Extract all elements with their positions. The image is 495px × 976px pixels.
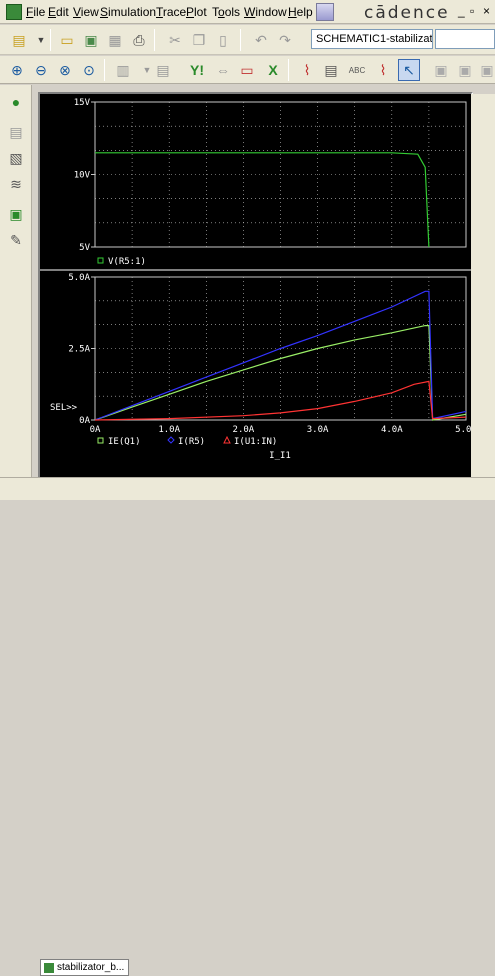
waveform-probe-icon[interactable]: ▣ [5,203,27,225]
minimize-icon[interactable]: _ [458,4,465,18]
zoom-out-icon[interactable]: ⊖ [30,59,52,81]
fourier-icon[interactable]: ▤ [152,59,174,81]
toggle-cursor-icon[interactable]: ⇔ [212,59,234,81]
disabled-tool-1-icon[interactable]: ▣ [430,59,452,81]
disabled-tool-3-icon[interactable]: ▣ [476,59,495,81]
x-tick-label: 1.0A [158,425,180,435]
y-tick-label: 5V [79,243,90,253]
current-plot: 5.0A2.5A0A0A1.0A2.0A3.0A4.0A5.0ASEL>>IE(… [50,273,477,461]
menu-bar: File Edit View Simulation Trace Plot Too… [0,0,495,24]
x-tick-label: 2.0A [233,425,255,435]
toolbar-separator [104,59,105,81]
menu-window[interactable]: Window [244,5,287,19]
open-folder-icon[interactable]: ▭ [56,29,78,51]
toolbar-separator [240,29,241,51]
menu-simulation[interactable]: Simulation [100,5,156,19]
add-trace-icon[interactable]: X [262,59,284,81]
menu-file[interactable]: File [26,5,45,19]
legend-label: I(R5) [178,437,205,447]
sel-marker: SEL>> [50,403,78,413]
edit-waveform-icon[interactable]: ✎ [5,229,27,251]
cadence-logo: cādence [364,3,450,23]
toolbar-separator [288,59,289,81]
voltage-plot: 15V 10V 5V V(R5:1) [40,98,471,271]
x-tick-label: 0A [90,425,101,435]
app-icon[interactable] [6,4,22,20]
new-dropdown-icon[interactable]: ▼ [30,29,52,51]
y-tick-label: 2.5A [68,345,90,355]
new-file-icon[interactable]: ▤ [8,29,30,51]
toolbar-separator [50,29,51,51]
left-toolbar: ● ▤ ▧ ≋ ▣ ✎ [0,85,32,477]
series-line-vr51 [95,152,430,248]
window-switch-icon[interactable] [316,3,334,21]
x-tick-label: 3.0A [307,425,329,435]
zoom-area-icon[interactable]: ⊗ [54,59,76,81]
legend-marker [167,436,175,444]
menu-edit[interactable]: Edit [48,5,69,19]
probe-plot-window[interactable]: 15V 10V 5V V(R5:1) 5.0A 2.5A 0A 0A 1.0A 2.0A 3.0A… [40,94,477,477]
legend-label: IE(Q1) [108,437,141,447]
legend-marker [97,257,104,264]
view-waveform-icon[interactable]: ≋ [5,173,27,195]
mark-label-icon[interactable]: ⌇ [372,59,394,81]
performance-analysis-icon[interactable]: Y! [186,59,208,81]
plot-canvas[interactable]: 15V10V5VV(R5:1) 5.0A2.5A0A0A 1.0A 2.0A 3.0A… [40,94,477,477]
copy-icon[interactable]: ❐ [188,29,210,51]
zoom-fit-icon[interactable]: ⊙ [78,59,100,81]
text-label-icon[interactable]: ABC [346,59,368,81]
view-output-icon[interactable]: ▧ [5,147,27,169]
status-bar: stabilizator_b... [0,477,495,976]
document-tab-label: stabilizator_b... [57,962,125,973]
undo-icon[interactable]: ↶ [250,29,272,51]
save-icon[interactable]: ▦ [104,29,126,51]
y-tick-label: 15V [74,98,91,108]
cut-icon[interactable]: ✂ [164,29,186,51]
print-icon[interactable]: ⎙ [128,29,150,51]
close-icon[interactable]: × [483,4,490,18]
profile-select-extra[interactable] [435,29,495,49]
add-plot-icon[interactable]: ⌇ [296,59,318,81]
log-axis-icon[interactable]: ▥ [112,59,134,81]
legend-label: I(U1:IN) [234,437,277,447]
menu-help[interactable]: Help [288,5,313,19]
x-tick-label: 5.0A [455,425,471,435]
edit-profile-icon[interactable]: ▤ [5,121,27,143]
document-tab[interactable]: stabilizator_b... [40,959,130,976]
probe-document-icon [44,963,54,973]
add-y-axis-icon[interactable]: ▤ [320,59,342,81]
menu-view[interactable]: View [73,5,99,19]
select-cursor-icon[interactable]: ↖ [398,59,420,81]
redo-icon[interactable]: ↷ [274,29,296,51]
run-simulation-icon[interactable]: ● [5,91,27,113]
menu-trace[interactable]: Trace [156,5,186,19]
paste-icon[interactable]: ▯ [212,29,234,51]
restore-icon[interactable]: ▫ [470,4,474,18]
new-profile-icon[interactable]: ▣ [80,29,102,51]
disabled-tool-2-icon[interactable]: ▣ [454,59,476,81]
y-tick-label: 5.0A [68,273,90,283]
legend-marker [97,437,104,444]
toolbar-separator [154,29,155,51]
display-measurement-icon[interactable]: ▭ [236,59,258,81]
zoom-in-icon[interactable]: ⊕ [6,59,28,81]
legend-marker [223,435,231,444]
x-tick-label: 4.0A [381,425,403,435]
right-panel [471,94,495,477]
menu-tools[interactable]: Tools [212,5,240,19]
legend-label: V(R5:1) [108,257,146,267]
x-axis-label: I_I1 [269,451,291,461]
simulation-profile-select[interactable]: SCHEMATIC1-stabilizator_b [311,29,433,49]
probe-toolbar: ⊕ ⊖ ⊗ ⊙ ▥ ▼ ▤ Y! ⇔ ▭ X ⌇ ▤ ABC ⌇ ↖ ▣ ▣ ▣ [0,56,495,84]
y-tick-label: 10V [74,171,91,181]
menu-plot[interactable]: Plot [186,5,207,19]
